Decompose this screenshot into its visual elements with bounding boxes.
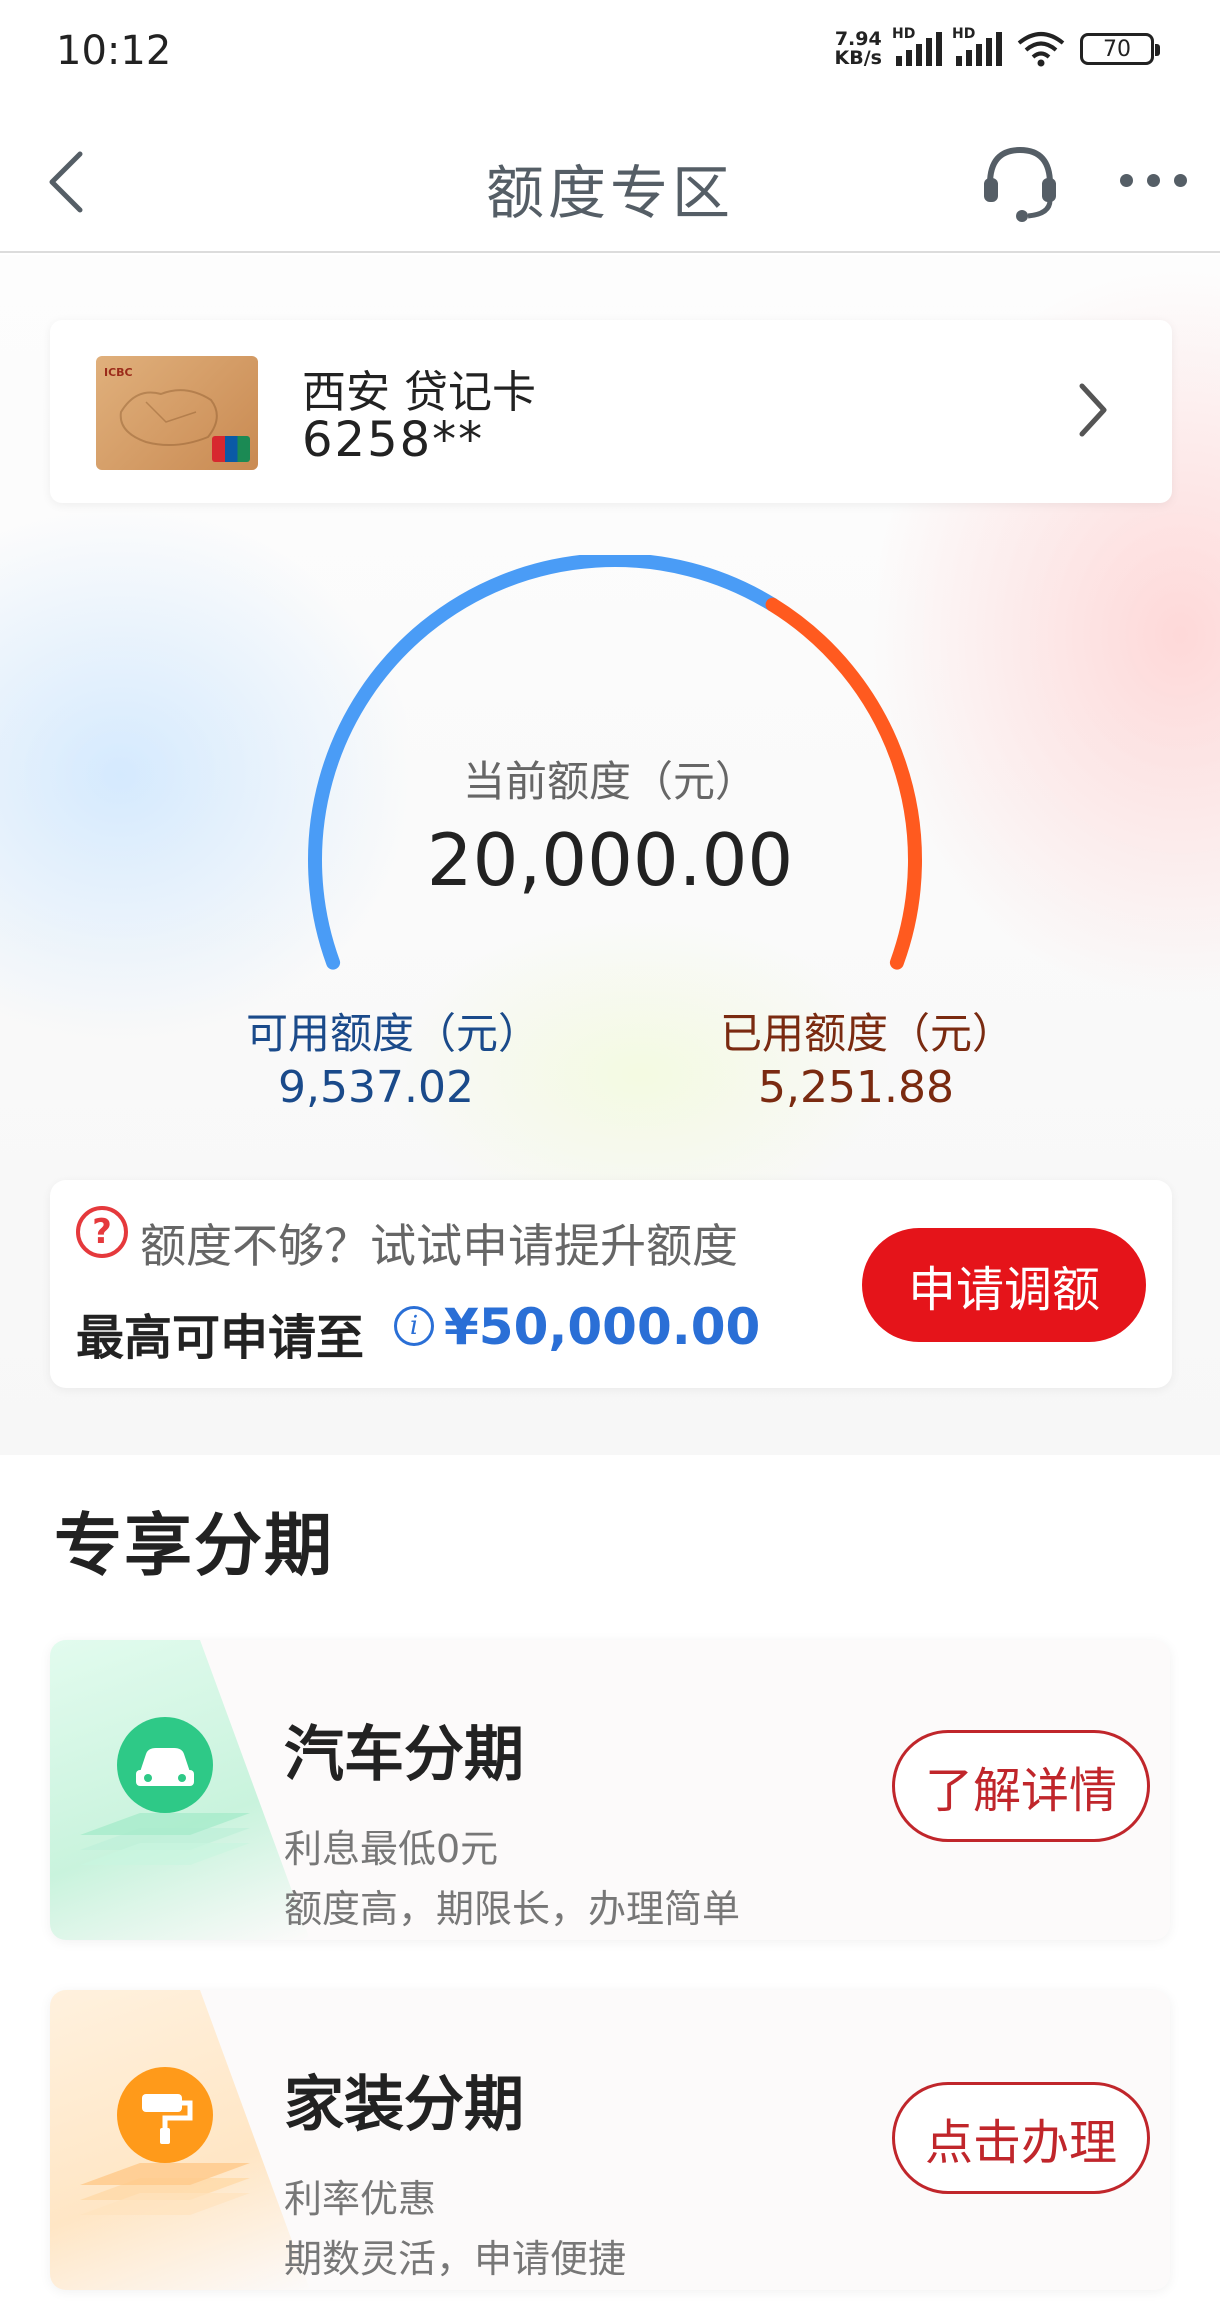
info-icon[interactable]: i xyxy=(394,1306,434,1346)
headset-icon xyxy=(984,146,1056,222)
credit-card-image: ICBC xyxy=(96,356,258,470)
max-apply-value: ¥50,000.00 xyxy=(444,1298,761,1356)
question-icon: ? xyxy=(76,1206,128,1258)
current-credit-label: 当前额度（元） xyxy=(462,757,757,806)
car-icon xyxy=(80,1717,250,1865)
wifi-icon xyxy=(1016,31,1066,67)
paint-roller-icon xyxy=(80,2067,250,2215)
promo-subtitle: 利率优惠 xyxy=(284,2177,437,2221)
bank-logo-icon: ICBC xyxy=(104,366,133,379)
promo-description: 额度高，期限长，办理简单 xyxy=(284,1887,741,1931)
map-pattern-icon xyxy=(119,389,218,446)
dot-icon xyxy=(1147,173,1160,187)
apply-now-button[interactable]: 点击办理 xyxy=(892,2082,1150,2194)
section-title: 专享分期 xyxy=(54,1507,335,1586)
learn-more-button[interactable]: 了解详情 xyxy=(892,1730,1150,1842)
unionpay-logo-icon xyxy=(212,436,250,462)
more-menu-button[interactable] xyxy=(1120,165,1188,195)
promo-subtitle: 利息最低0元 xyxy=(284,1827,499,1871)
card-name: 西安 贷记卡 xyxy=(302,367,536,418)
credit-increase-panel: ? 额度不够？试试申请提升额度 最高可申请至 i ¥50,000.00 申请调额 xyxy=(50,1180,1172,1388)
credit-increase-prompt: 额度不够？试试申请提升额度 xyxy=(140,1219,738,1273)
signal-icon: HD xyxy=(952,26,1002,66)
apply-adjust-button[interactable]: 申请调额 xyxy=(862,1228,1146,1342)
promo-card-home[interactable]: 家装分期 利率优惠 期数灵活，申请便捷 点击办理 xyxy=(50,1990,1170,2290)
status-icons: 7.94 KB/s HD HD 70 xyxy=(834,26,1160,69)
card-number: 6258** xyxy=(302,412,485,468)
dot-icon xyxy=(1120,173,1133,187)
promo-title: 家装分期 xyxy=(284,2070,524,2140)
header-bar: 额度专区 xyxy=(0,110,1220,253)
battery-icon: 70 xyxy=(1080,33,1160,65)
available-credit-value: 9,537.02 xyxy=(278,1062,474,1113)
max-apply-label: 最高可申请至 xyxy=(76,1310,365,1366)
card-selector[interactable]: ICBC 西安 贷记卡 6258** xyxy=(50,320,1172,503)
promo-card-car[interactable]: 汽车分期 利息最低0元 额度高，期限长，办理简单 了解详情 xyxy=(50,1640,1170,1940)
promo-title: 汽车分期 xyxy=(284,1720,524,1790)
status-time: 10:12 xyxy=(56,28,172,74)
used-credit-value: 5,251.88 xyxy=(758,1062,954,1113)
promo-description: 期数灵活，申请便捷 xyxy=(284,2237,627,2281)
dot-icon xyxy=(1174,173,1187,187)
used-credit-label: 已用额度（元） xyxy=(720,1009,1015,1058)
signal-icon: HD xyxy=(892,26,942,66)
chevron-right-icon xyxy=(1072,378,1112,442)
status-bar: 10:12 7.94 KB/s HD HD 70 xyxy=(0,0,1220,110)
available-credit-label: 可用额度（元） xyxy=(246,1009,541,1058)
net-speed: 7.94 KB/s xyxy=(834,28,882,69)
current-credit-value: 20,000.00 xyxy=(426,818,794,902)
customer-service-button[interactable] xyxy=(980,140,1060,224)
